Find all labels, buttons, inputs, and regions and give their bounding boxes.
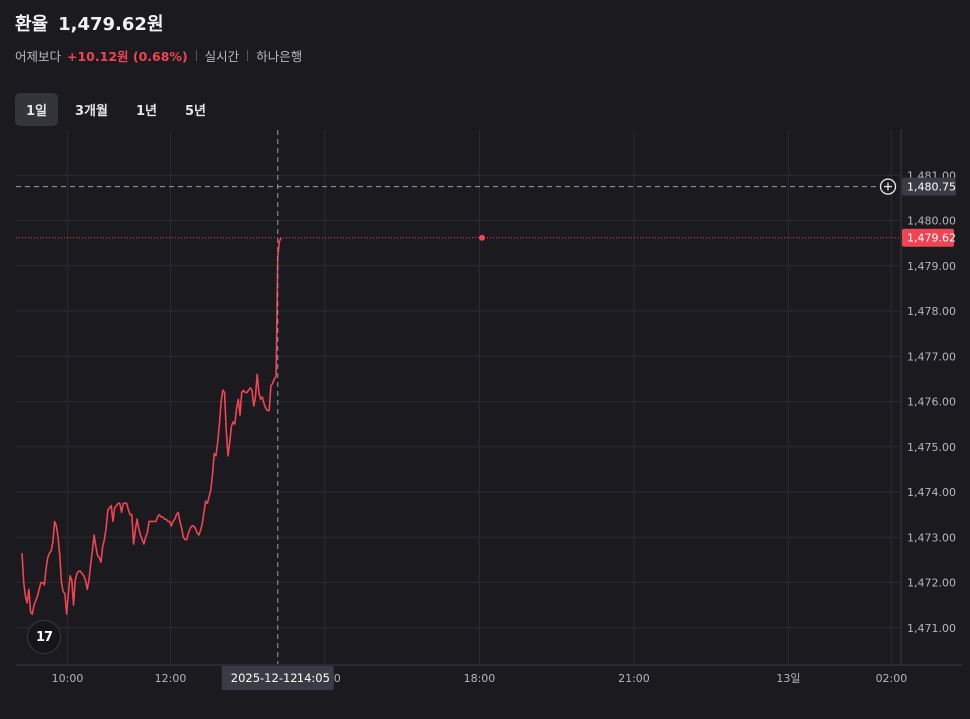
current-price: 1,479.62원 — [58, 14, 164, 35]
divider — [195, 50, 197, 61]
header: 환율 1,479.62원 어제보다 +10.12원 (0.68%) 실시간 하나… — [15, 10, 955, 65]
y-tick-label: 1,473.00 — [907, 531, 956, 544]
tab-5y[interactable]: 5년 — [174, 93, 217, 126]
tradingview-logo-icon[interactable]: 17 — [27, 620, 61, 654]
tab-1d[interactable]: 1일 — [15, 93, 59, 126]
y-tick-label: 1,471.00 — [907, 622, 956, 635]
x-tick-label: 18:00 — [464, 672, 496, 685]
last-point — [479, 234, 486, 241]
y-tick-label: 1,475.00 — [907, 441, 956, 454]
x-tick-label: 13일 — [776, 671, 800, 685]
change-value: +10.12원 (0.68%) — [67, 49, 188, 64]
source-label: 하나은행 — [256, 49, 303, 64]
current-value-label: 1,479.62 — [907, 232, 956, 245]
change-label: 어제보다 — [15, 49, 62, 64]
y-tick-label: 1,477.00 — [907, 350, 956, 363]
y-tick-label: 1,479.00 — [907, 260, 956, 273]
y-tick-label: 1,474.00 — [907, 486, 956, 499]
page-title: 환율 — [15, 14, 49, 35]
x-tick-label: 10:00 — [52, 672, 84, 685]
tab-1y[interactable]: 1년 — [125, 93, 168, 126]
x-tick-label: 21:00 — [618, 672, 650, 685]
period-tabs: 1일 3개월 1년 5년 — [15, 93, 217, 126]
crosshair-date-label: 2025-12-12 — [231, 671, 298, 685]
tab-3m[interactable]: 3개월 — [64, 93, 119, 126]
add-alert-plus-icon[interactable] — [879, 178, 897, 195]
series-line — [21, 237, 282, 616]
y-tick-label: 1,480.00 — [907, 215, 956, 228]
y-tick-label: 1,476.00 — [907, 396, 956, 409]
x-tick-label: 12:00 — [155, 672, 187, 685]
exchange-rate-chart[interactable]: 1,471.00 1,472.00 1,473.00 1,474.00 1,475.00… — [0, 130, 970, 719]
x-tick-label: 02:00 — [876, 672, 908, 685]
crosshair-y-label: 1,480.75 — [907, 181, 956, 194]
y-tick-label: 1,478.00 — [907, 305, 956, 318]
realtime-label: 실시간 — [204, 49, 240, 64]
crosshair-time-label: 14:05 — [297, 671, 330, 685]
y-tick-label: 1,472.00 — [907, 577, 956, 590]
divider — [247, 50, 249, 61]
